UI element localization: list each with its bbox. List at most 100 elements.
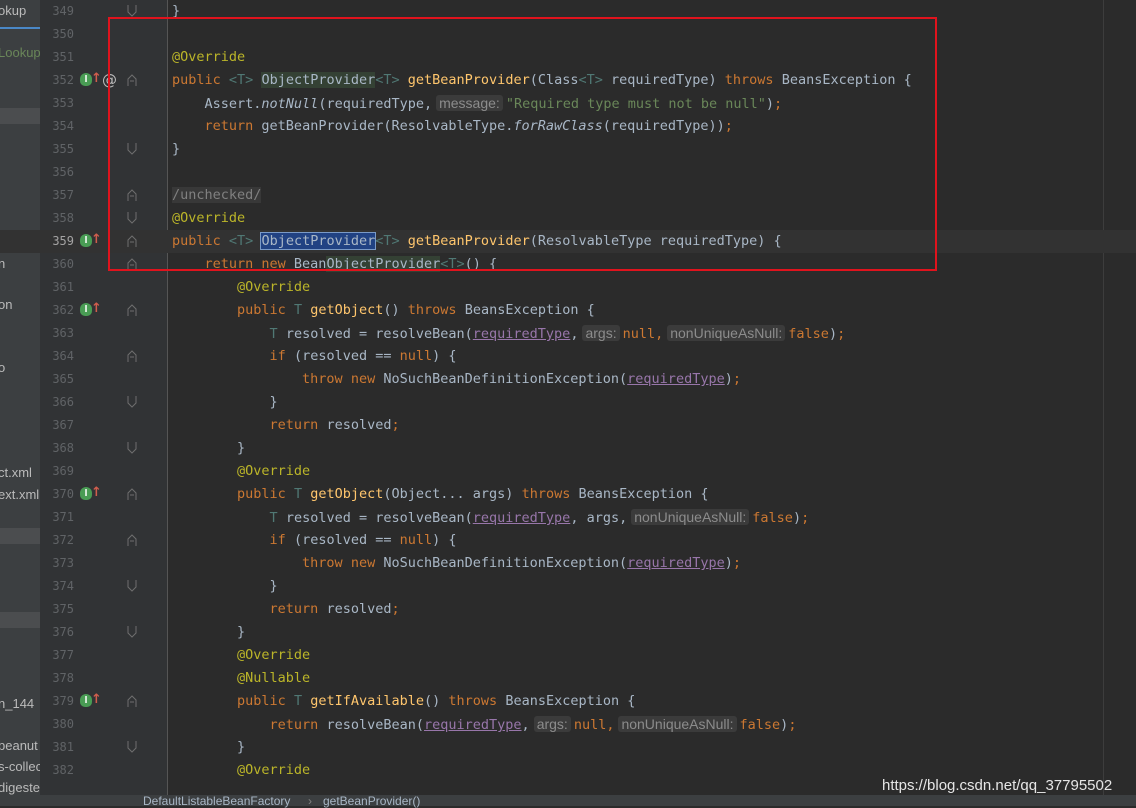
line-number: 377 (52, 648, 74, 662)
code-line: 366 } (0, 391, 1136, 414)
fold-end-icon[interactable] (127, 626, 137, 638)
code-line: 361 @Override (0, 276, 1136, 299)
parameter-hint: nonUniqueAsNull: (667, 325, 786, 341)
code-line: 377 @Override (0, 644, 1136, 667)
code-text: public T getObject() throws BeansExcepti… (237, 302, 595, 318)
code-line: 381 } (0, 736, 1136, 759)
line-number: 371 (52, 510, 74, 524)
code-line: 363 T resolved = resolveBean(requiredTyp… (0, 322, 1136, 345)
fold-start-icon[interactable] (127, 488, 137, 500)
fold-end-icon[interactable] (127, 580, 137, 592)
code-text: public T getIfAvailable() throws BeansEx… (237, 693, 636, 709)
code-text: throw new NoSuchBeanDefinitionException(… (302, 555, 741, 571)
line-number: 372 (52, 533, 74, 547)
override-arrow-icon[interactable]: ↑ (91, 301, 102, 317)
code-line: 371 T resolved = resolveBean(requiredTyp… (0, 506, 1136, 529)
line-number: 352 (52, 73, 74, 87)
line-number: 368 (52, 441, 74, 455)
watermark-text: https://blog.csdn.net/qq_37795502 (882, 777, 1113, 794)
line-number: 373 (52, 556, 74, 570)
code-line: 374 } (0, 575, 1136, 598)
code-text: if (resolved == null) { (269, 348, 457, 364)
line-number: 354 (52, 119, 74, 133)
line-number: 350 (52, 27, 74, 41)
parameter-hint: args: (533, 716, 571, 732)
parameter-hint: nonUniqueAsNull: (618, 716, 737, 732)
line-number: 357 (52, 188, 74, 202)
code-line: 362 I ↑ public T getObject() throws Bean… (0, 299, 1136, 322)
code-line: 364 if (resolved == null) { (0, 345, 1136, 368)
code-text: @Override (237, 463, 311, 479)
line-number: 379 (52, 694, 74, 708)
override-arrow-icon[interactable]: ↑ (91, 232, 102, 248)
highlight-annotation-box (108, 17, 937, 271)
line-number: 356 (52, 165, 74, 179)
override-arrow-icon[interactable]: ↑ (91, 485, 102, 501)
line-number: 382 (52, 763, 74, 777)
code-line: 370 I ↑ public T getObject(Object... arg… (0, 483, 1136, 506)
line-number: 378 (52, 671, 74, 685)
code-line: 369 @Override (0, 460, 1136, 483)
code-line: 379 I ↑ public T getIfAvailable() throws… (0, 690, 1136, 713)
line-number: 362 (52, 303, 74, 317)
line-number: 366 (52, 395, 74, 409)
code-line: 365 throw new NoSuchBeanDefinitionExcept… (0, 368, 1136, 391)
fold-end-icon[interactable] (127, 741, 137, 753)
code-text: T resolved = resolveBean(requiredType, ar… (269, 325, 846, 342)
line-number: 361 (52, 280, 74, 294)
line-number: 353 (52, 96, 74, 110)
code-text: @Override (237, 279, 311, 295)
code-text: return resolveBean(requiredType, args: nul… (269, 716, 797, 733)
code-line: 378 @Nullable (0, 667, 1136, 690)
line-number: 380 (52, 717, 74, 731)
line-number: 376 (52, 625, 74, 639)
code-line: 375 return resolved; (0, 598, 1136, 621)
code-text: throw new NoSuchBeanDefinitionException(… (302, 371, 741, 387)
line-number: 369 (52, 464, 74, 478)
line-number: 358 (52, 211, 74, 225)
parameter-hint: nonUniqueAsNull: (631, 509, 750, 525)
fold-start-icon[interactable] (127, 695, 137, 707)
code-text: @Override (237, 647, 311, 663)
line-number: 359 (52, 234, 74, 248)
line-number: 360 (52, 257, 74, 271)
code-text: } (172, 624, 246, 640)
code-line: 376 } (0, 621, 1136, 644)
code-text: @Override (237, 762, 311, 778)
fold-end-icon[interactable] (127, 396, 137, 408)
code-text: } (172, 739, 246, 755)
code-line: 373 throw new NoSuchBeanDefinitionExcept… (0, 552, 1136, 575)
code-line: 372 if (resolved == null) { (0, 529, 1136, 552)
line-number: 363 (52, 326, 74, 340)
code-text: } (172, 440, 246, 456)
line-number: 375 (52, 602, 74, 616)
code-line: 368 } (0, 437, 1136, 460)
code-line: 380 return resolveBean(requiredType, args… (0, 713, 1136, 736)
line-number: 381 (52, 740, 74, 754)
code-text: return resolved; (269, 601, 400, 617)
code-text: public T getObject(Object... args) throw… (237, 486, 709, 502)
parameter-hint: args: (582, 325, 620, 341)
override-arrow-icon[interactable]: ↑ (91, 71, 102, 87)
line-number: 355 (52, 142, 74, 156)
code-text: if (resolved == null) { (269, 532, 457, 548)
code-line: 367 return resolved; (0, 414, 1136, 437)
code-text: return resolved; (269, 417, 400, 433)
line-number: 364 (52, 349, 74, 363)
line-number: 370 (52, 487, 74, 501)
fold-start-icon[interactable] (127, 534, 137, 546)
line-number: 349 (52, 4, 74, 18)
code-text: } (172, 394, 278, 410)
override-arrow-icon[interactable]: ↑ (91, 692, 102, 708)
code-text: } (172, 578, 278, 594)
line-number: 351 (52, 50, 74, 64)
fold-start-icon[interactable] (127, 304, 137, 316)
code-text: T resolved = resolveBean(requiredType, a… (269, 509, 810, 526)
line-number: 374 (52, 579, 74, 593)
fold-end-icon[interactable] (127, 5, 137, 17)
fold-end-icon[interactable] (127, 442, 137, 454)
line-number: 365 (52, 372, 74, 386)
fold-start-icon[interactable] (127, 350, 137, 362)
line-number: 367 (52, 418, 74, 432)
code-text: @Nullable (237, 670, 311, 686)
